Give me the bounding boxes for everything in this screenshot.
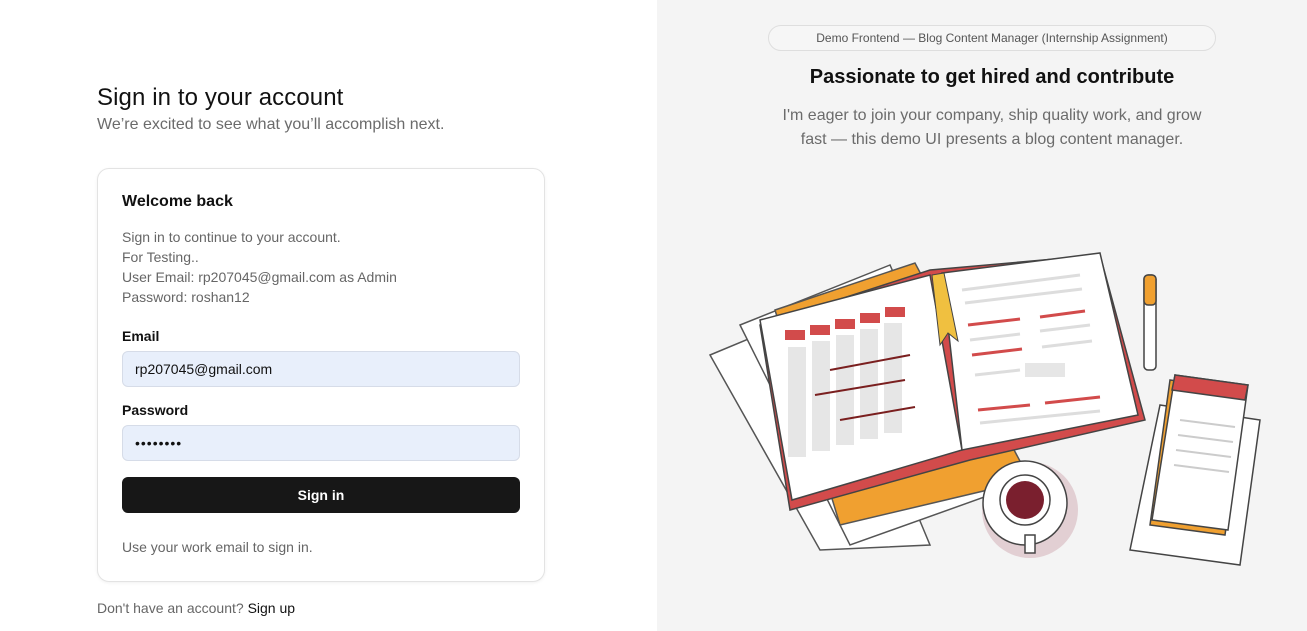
promo-description: I'm eager to join your company, ship qua… xyxy=(772,104,1212,152)
login-card: Welcome back Sign in to continue to your… xyxy=(97,168,545,582)
notepad-icon xyxy=(1129,374,1261,566)
promo-title: Passionate to get hired and contribute xyxy=(809,66,1175,88)
demo-badge: Demo Frontend — Blog Content Manager (In… xyxy=(768,25,1216,51)
page-subtitle: We’re excited to see what you’ll accompl… xyxy=(97,116,445,133)
email-label: Email xyxy=(122,328,160,344)
signup-row: Don't have an account? Sign up xyxy=(97,600,295,616)
signup-prompt: Don't have an account? xyxy=(97,600,244,616)
card-desc-line: For Testing.. xyxy=(122,249,199,265)
email-field[interactable] xyxy=(122,351,520,387)
book-right-page-icon xyxy=(941,252,1139,451)
card-title: Welcome back xyxy=(122,193,233,210)
card-desc-line: Sign in to continue to your account. xyxy=(122,229,341,245)
open-book-illustration xyxy=(708,252,1261,566)
password-label: Password xyxy=(122,402,189,418)
password-field[interactable] xyxy=(122,425,520,461)
sign-in-panel: Sign in to your account We’re excited to… xyxy=(0,0,657,631)
sign-in-button[interactable]: Sign in xyxy=(122,477,520,513)
page-title: Sign in to your account xyxy=(97,84,344,111)
promo-desc-line: I'm eager to join your company, ship qua… xyxy=(782,107,1202,124)
sign-up-link[interactable]: Sign up xyxy=(248,600,295,616)
coffee-cup-icon xyxy=(982,460,1078,558)
pen-icon xyxy=(1143,274,1157,371)
card-description: Sign in to continue to your account. For… xyxy=(122,227,397,307)
promo-desc-line: fast — this demo UI presents a blog cont… xyxy=(800,131,1184,148)
sign-in-hint: Use your work email to sign in. xyxy=(122,539,313,555)
card-desc-line: User Email: rp207045@gmail.com as Admin xyxy=(122,269,397,285)
card-desc-line: Password: roshan12 xyxy=(122,289,250,305)
